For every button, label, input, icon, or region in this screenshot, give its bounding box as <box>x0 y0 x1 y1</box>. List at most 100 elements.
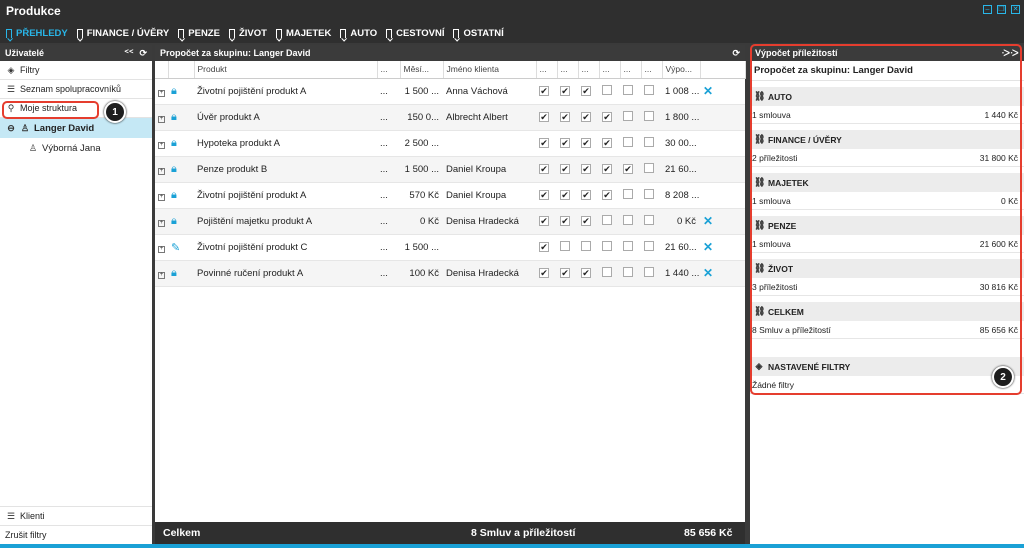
checkbox[interactable] <box>623 136 633 147</box>
nav-tab-1[interactable]: FINANCE / ÚVĚRY <box>76 28 169 39</box>
refresh-icon[interactable]: ⟳ <box>732 48 740 59</box>
table-row[interactable]: + 🔒︎ Hypoteka produkt A... 2 500 ... ✔ ✔ ✔ ✔ 30 … <box>155 130 745 157</box>
checkbox[interactable] <box>602 84 612 95</box>
checkbox[interactable] <box>623 214 633 225</box>
checkbox[interactable]: ✔ <box>581 137 591 148</box>
remove-icon[interactable]: ✕ <box>703 266 713 280</box>
clients-item[interactable]: ☰ Klienti <box>0 506 152 525</box>
expand-row-icon[interactable]: + <box>158 271 165 279</box>
nav-tab-2[interactable]: PENZE <box>178 28 220 39</box>
checkbox[interactable] <box>602 240 612 251</box>
col-client[interactable]: Jméno klienta <box>443 61 537 79</box>
checkbox[interactable] <box>623 188 633 199</box>
expand-row-icon[interactable]: + <box>158 141 165 149</box>
expand-row-icon[interactable]: + <box>158 219 165 227</box>
table-row[interactable]: + 🔒︎ Pojištění majetku produkt A... 0 Kč Den… <box>155 208 745 235</box>
checkbox[interactable] <box>560 240 570 251</box>
checkbox[interactable] <box>623 84 633 95</box>
tree-item-langer-david[interactable]: ⊖ ♙ Langer David <box>0 118 152 138</box>
checkbox[interactable]: ✔ <box>581 111 591 122</box>
table-row[interactable]: + 🔒︎ Povinné ručení produkt A... 100 Kč Deni… <box>155 260 745 287</box>
checkbox[interactable] <box>581 240 591 251</box>
nav-tab-4[interactable]: MAJETEK <box>275 28 331 39</box>
col-check-4[interactable]: ... <box>599 61 621 79</box>
checkbox[interactable] <box>644 110 654 121</box>
checkbox[interactable]: ✔ <box>623 163 633 174</box>
col-check-5[interactable]: ... <box>620 61 642 79</box>
checkbox[interactable] <box>623 266 633 277</box>
checkbox[interactable] <box>644 214 654 225</box>
checkbox[interactable]: ✔ <box>581 85 591 96</box>
clear-filters-button[interactable]: Zrušit filtry <box>0 525 152 544</box>
nav-tab-5[interactable]: AUTO <box>340 28 377 39</box>
table-row[interactable]: + 🔒︎ Životní pojištění produkt A... 1 500 .… <box>155 78 745 105</box>
checkbox[interactable]: ✔ <box>539 163 549 174</box>
checkbox[interactable]: ✔ <box>560 85 570 96</box>
checkbox[interactable]: ✔ <box>539 267 549 278</box>
nav-tab-0[interactable]: PŘEHLEDY <box>6 28 68 39</box>
checkbox[interactable]: ✔ <box>560 215 570 226</box>
col-check-6[interactable]: ... <box>641 61 663 79</box>
remove-icon[interactable]: ✕ <box>703 214 713 228</box>
expand-row-icon[interactable]: + <box>158 193 165 201</box>
expand-row-icon[interactable]: + <box>158 245 165 253</box>
checkbox[interactable]: ✔ <box>539 215 549 226</box>
checkbox[interactable] <box>623 240 633 251</box>
col-dots[interactable]: ... <box>377 61 401 79</box>
col-check-3[interactable]: ... <box>578 61 600 79</box>
expand-row-icon[interactable]: + <box>158 89 165 97</box>
checkbox[interactable]: ✔ <box>581 163 591 174</box>
collapse-icon[interactable]: ⊖ <box>6 123 16 134</box>
tree-item-vyborna-jana[interactable]: ♙ Výborná Jana <box>0 138 152 158</box>
checkbox[interactable]: ✔ <box>539 241 549 252</box>
col-check-2[interactable]: ... <box>557 61 579 79</box>
expand-row-icon[interactable]: + <box>158 167 165 175</box>
checkbox[interactable]: ✔ <box>602 137 612 148</box>
checkbox[interactable] <box>644 136 654 147</box>
checkbox[interactable]: ✔ <box>602 189 612 200</box>
checkbox[interactable] <box>644 240 654 251</box>
nav-tab-3[interactable]: ŽIVOT <box>228 28 267 39</box>
coworkers-list-item[interactable]: ☰ Seznam spolupracovníků <box>0 80 152 99</box>
expand-row-icon[interactable]: + <box>158 115 165 123</box>
checkbox[interactable]: ✔ <box>539 85 549 96</box>
remove-icon[interactable]: ✕ <box>703 84 713 98</box>
checkbox[interactable] <box>644 266 654 277</box>
checkbox[interactable] <box>644 162 654 173</box>
collapse-left-icon[interactable]: ᑉᑉ <box>124 48 133 59</box>
checkbox[interactable]: ✔ <box>539 189 549 200</box>
minimize-icon[interactable]: – <box>983 5 992 14</box>
table-row[interactable]: + 🔒︎ Životní pojištění produkt A... 570 Kč D… <box>155 182 745 209</box>
checkbox[interactable]: ✔ <box>581 267 591 278</box>
checkbox[interactable] <box>602 266 612 277</box>
checkbox[interactable]: ✔ <box>581 189 591 200</box>
col-product[interactable]: Produkt <box>194 61 378 79</box>
table-row[interactable]: + 🔒︎ Penze produkt B... 1 500 ... Daniel Kro… <box>155 156 745 183</box>
checkbox[interactable]: ✔ <box>560 111 570 122</box>
checkbox[interactable]: ✔ <box>560 189 570 200</box>
checkbox[interactable]: ✔ <box>560 267 570 278</box>
checkbox[interactable]: ✔ <box>581 215 591 226</box>
restore-icon[interactable]: ❐ <box>997 5 1006 14</box>
nav-tab-6[interactable]: CESTOVNÍ <box>386 28 444 39</box>
edit-pencil-icon[interactable]: ✎ <box>171 242 180 254</box>
checkbox[interactable] <box>602 214 612 225</box>
checkbox[interactable]: ✔ <box>602 163 612 174</box>
table-row[interactable]: + ✎ Životní pojištění produkt C... 1 500 ..… <box>155 234 745 261</box>
checkbox[interactable] <box>644 188 654 199</box>
checkbox[interactable]: ✔ <box>602 111 612 122</box>
checkbox[interactable] <box>623 110 633 121</box>
refresh-icon[interactable]: ⟳ <box>139 48 147 59</box>
remove-icon[interactable]: ✕ <box>703 240 713 254</box>
checkbox[interactable]: ✔ <box>539 137 549 148</box>
nav-tab-7[interactable]: OSTATNÍ <box>453 28 504 39</box>
close-icon[interactable]: ✕ <box>1011 5 1020 14</box>
checkbox[interactable]: ✔ <box>560 163 570 174</box>
col-monthly[interactable]: Měsí... <box>400 61 444 79</box>
col-check-1[interactable]: ... <box>536 61 558 79</box>
checkbox[interactable] <box>644 84 654 95</box>
checkbox[interactable]: ✔ <box>539 111 549 122</box>
checkbox[interactable]: ✔ <box>560 137 570 148</box>
col-calc[interactable]: Výpo... <box>662 61 701 79</box>
filters-item[interactable]: ◈ Filtry <box>0 61 152 80</box>
